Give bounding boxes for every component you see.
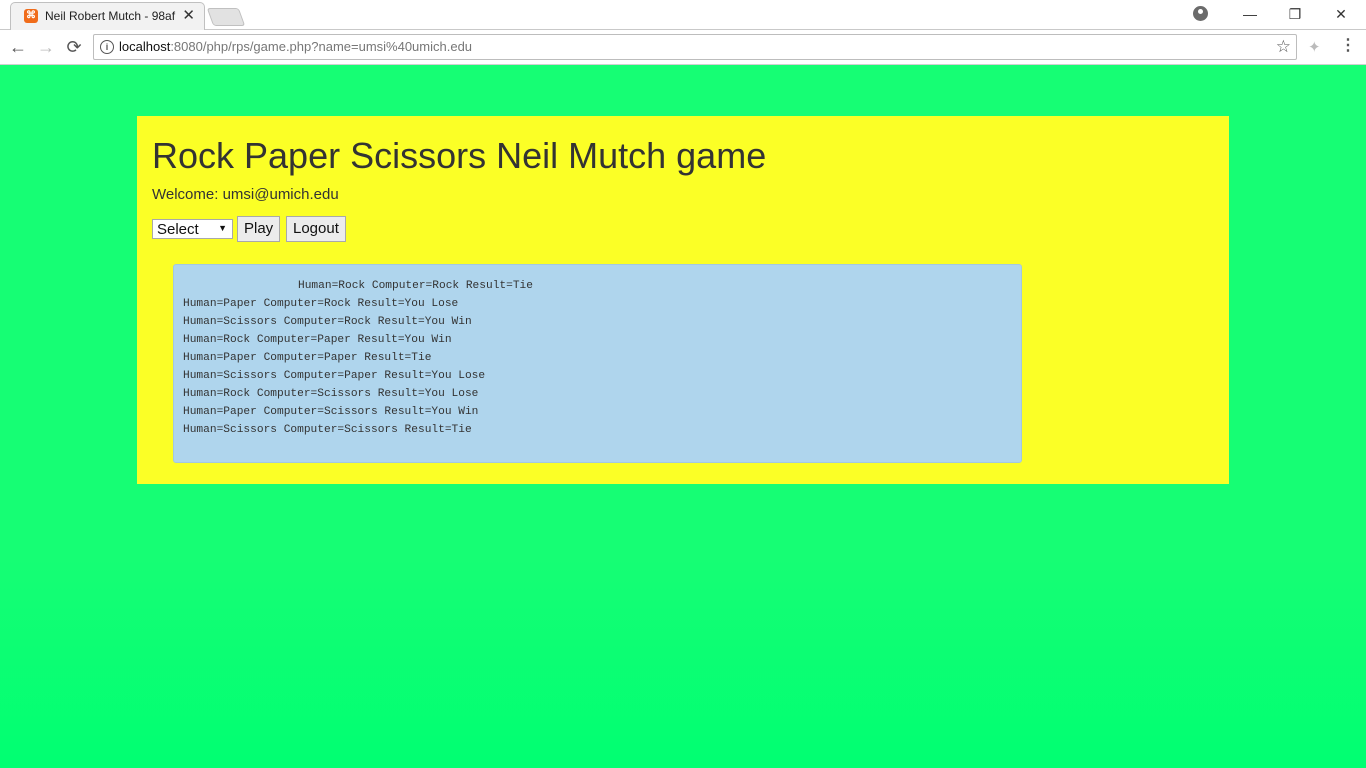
back-button[interactable]: ←: [6, 36, 30, 58]
results-log: Human=Rock Computer=Rock Result=Tie Huma…: [183, 277, 533, 439]
result-line: Human=Rock Computer=Scissors Result=You …: [183, 388, 479, 400]
url-text[interactable]: localhost:8080/php/rps/game.php?name=ums…: [119, 39, 472, 54]
result-line: Human=Rock Computer=Paper Result=You Win: [183, 334, 452, 346]
result-line: Human=Scissors Computer=Paper Result=You…: [183, 370, 486, 382]
site-info-icon[interactable]: i: [100, 40, 114, 54]
result-line: Human=Paper Computer=Rock Result=You Los…: [183, 298, 459, 310]
restore-button[interactable]: ❐: [1272, 0, 1318, 28]
bookmark-star-icon[interactable]: ☆: [1276, 37, 1291, 57]
browser-tab[interactable]: ⌘ Neil Robert Mutch - 98af ✕: [10, 2, 205, 30]
result-line: Human=Paper Computer=Paper Result=Tie: [183, 352, 432, 364]
url-path: :8080/php/rps/game.php?name=umsi%40umich…: [170, 39, 473, 54]
page-title: Rock Paper Scissors Neil Mutch game: [152, 135, 767, 176]
page-viewport: Rock Paper Scissors Neil Mutch game Welc…: [0, 65, 1366, 768]
result-line: Human=Paper Computer=Scissors Result=You…: [183, 406, 479, 418]
close-window-button[interactable]: ✕: [1318, 0, 1364, 28]
tab-close-icon[interactable]: ✕: [182, 7, 195, 25]
welcome-text: Welcome: umsi@umich.edu: [152, 186, 339, 203]
minimize-button[interactable]: —: [1227, 0, 1273, 28]
address-bar[interactable]: i localhost:8080/php/rps/game.php?name=u…: [93, 34, 1297, 60]
result-line: Human=Rock Computer=Rock Result=Tie: [298, 280, 533, 292]
extension-icon[interactable]: ✦: [1308, 38, 1321, 56]
result-line: Human=Scissors Computer=Rock Result=You …: [183, 316, 472, 328]
url-host: localhost: [119, 39, 171, 54]
results-box: Human=Rock Computer=Rock Result=Tie Huma…: [173, 264, 1022, 463]
new-tab-button[interactable]: [206, 8, 246, 26]
play-button[interactable]: Play: [237, 216, 281, 242]
chevron-down-icon: ▼: [218, 223, 227, 233]
forward-button[interactable]: →: [34, 36, 58, 58]
browser-tab-bar: ⌘ Neil Robert Mutch - 98af ✕ — ❐ ✕: [0, 0, 1366, 30]
move-select-value: Select: [157, 221, 199, 238]
game-container: Rock Paper Scissors Neil Mutch game Welc…: [137, 116, 1229, 484]
tab-title: Neil Robert Mutch - 98af: [45, 9, 176, 23]
browser-menu-icon[interactable]: ⋮: [1340, 36, 1356, 56]
browser-toolbar: ← → ⟳ i localhost:8080/php/rps/game.php?…: [0, 30, 1366, 65]
result-line: Human=Scissors Computer=Scissors Result=…: [183, 424, 472, 436]
account-icon[interactable]: [1193, 6, 1208, 21]
xampp-favicon-icon: ⌘: [24, 9, 38, 23]
logout-button[interactable]: Logout: [286, 216, 346, 242]
reload-button[interactable]: ⟳: [62, 36, 86, 58]
move-select[interactable]: Select ▼: [152, 219, 233, 239]
